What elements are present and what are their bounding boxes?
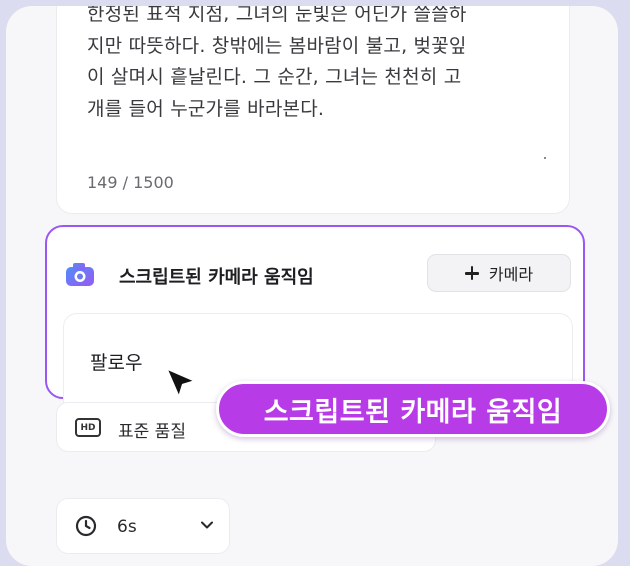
plus-icon xyxy=(464,266,479,280)
camera-panel-title: 스크립트된 카메라 움직임 xyxy=(119,267,314,288)
hd-icon: HD xyxy=(75,418,101,437)
camera-icon xyxy=(66,263,94,286)
feature-tooltip: 스크립트된 카메라 움직임 xyxy=(216,381,610,437)
quality-label: 표준 품질 xyxy=(118,422,186,442)
add-camera-button[interactable]: 카메라 xyxy=(427,254,571,292)
mouse-cursor-icon xyxy=(164,366,198,400)
clock-icon xyxy=(75,515,97,537)
camera-movement-value: 팔로우 xyxy=(90,352,143,374)
duration-dropdown[interactable]: 6s xyxy=(56,498,230,554)
prompt-text[interactable]: 한정된 표적 지점, 그녀의 눈빛은 어딘가 쓸쓸하 지만 따뜻하다. 창밖에는… xyxy=(87,6,557,125)
prompt-text-area[interactable]: 한정된 표적 지점, 그녀의 눈빛은 어딘가 쓸쓸하 지만 따뜻하다. 창밖에는… xyxy=(56,6,570,214)
camera-movement-panel: 스크립트된 카메라 움직임 카메라 팔로우 xyxy=(45,225,585,415)
resize-handle[interactable] xyxy=(544,157,546,159)
add-camera-label: 카메라 xyxy=(488,265,534,284)
app-frame: 한정된 표적 지점, 그녀의 눈빛은 어딘가 쓸쓸하 지만 따뜻하다. 창밖에는… xyxy=(6,6,618,566)
chevron-down-icon xyxy=(201,521,213,529)
duration-value: 6s xyxy=(117,517,137,537)
char-counter: 149 / 1500 xyxy=(87,173,174,192)
